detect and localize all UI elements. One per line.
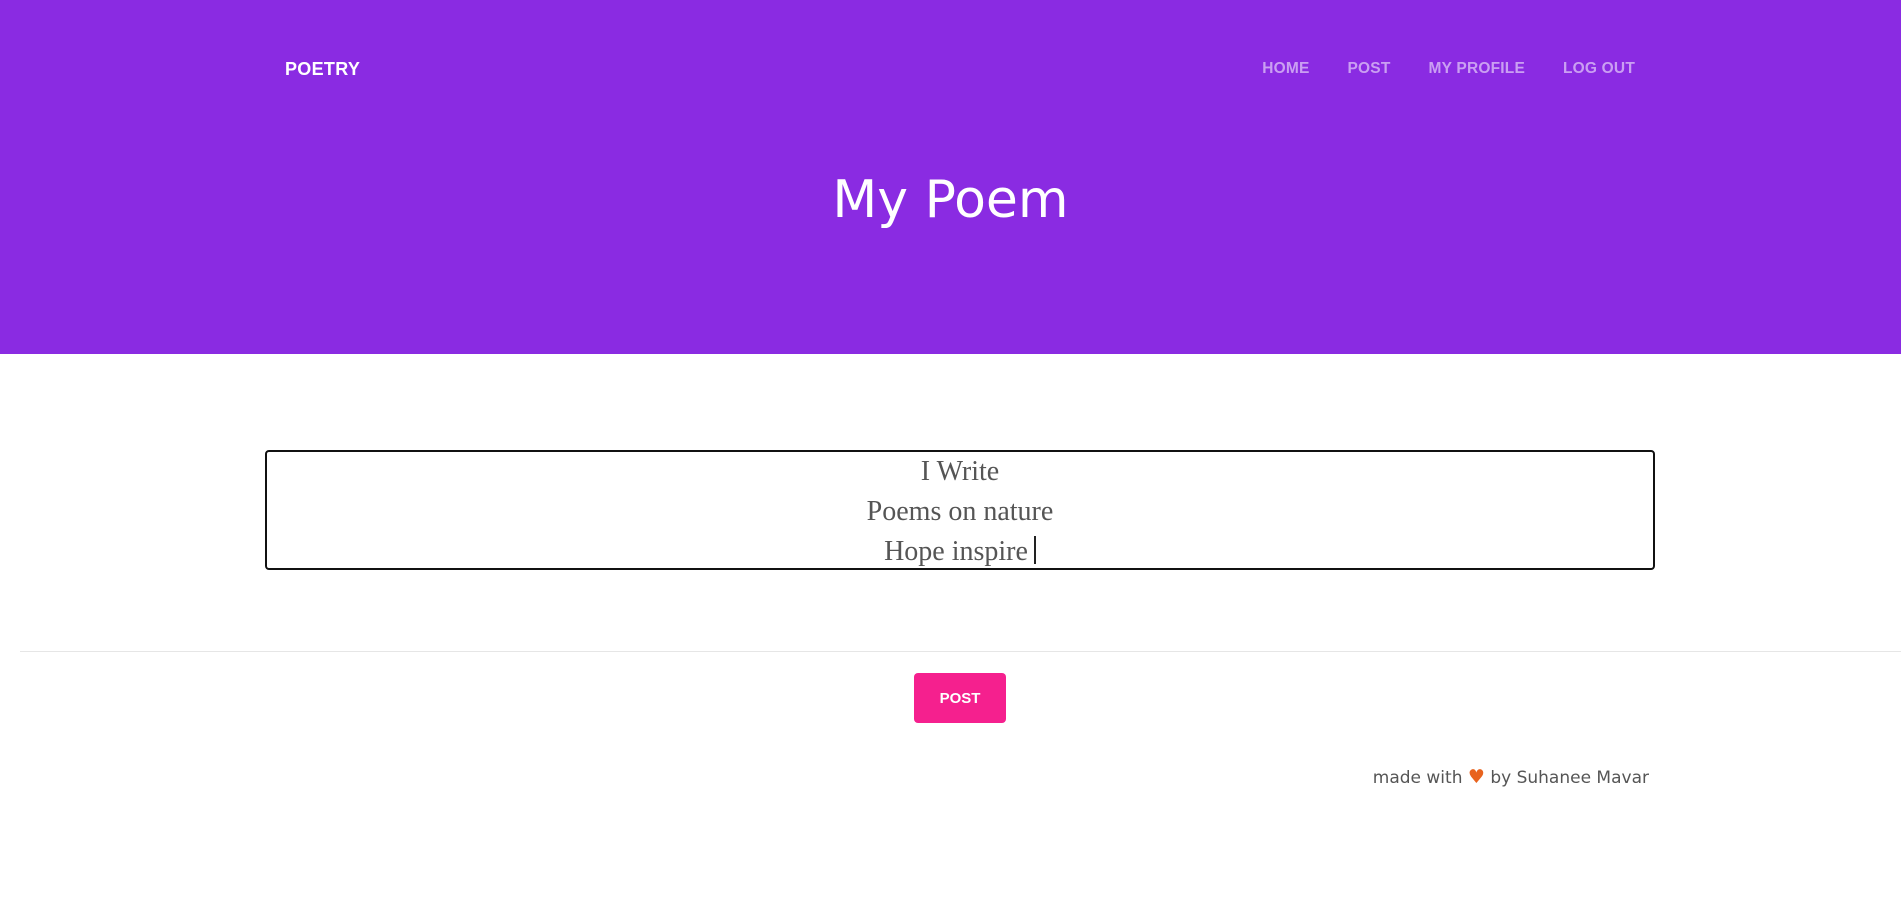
text-caret <box>1033 536 1036 564</box>
poem-textarea[interactable]: I Write Poems on nature Hope inspire <box>265 450 1655 570</box>
poem-line: I Write <box>920 456 1000 487</box>
post-button[interactable]: POST <box>914 673 1006 723</box>
nav-home-link[interactable]: HOME <box>1262 60 1309 78</box>
poem-line-text: Hope inspire <box>884 536 1028 567</box>
nav-post-link[interactable]: POST <box>1348 60 1391 78</box>
brand-logo-link[interactable]: POETRY <box>285 59 360 80</box>
header-banner: POETRY HOME POST MY PROFILE LOG OUT My P… <box>0 0 1901 354</box>
footer-author: by Suhanee Mavar <box>1490 768 1649 788</box>
footer-prefix: made with <box>1372 768 1463 788</box>
divider <box>20 651 1901 652</box>
nav-my-profile-link[interactable]: MY PROFILE <box>1429 60 1525 78</box>
main-nav: HOME POST MY PROFILE LOG OUT <box>1262 60 1635 78</box>
poem-line: Poems on nature <box>866 496 1054 527</box>
page-title: My Poem <box>832 170 1069 230</box>
poem-line-last: Hope inspire <box>267 532 1653 572</box>
heart-icon: ♥ <box>1467 766 1485 788</box>
footer-credit: made with ♥ by Suhanee Mavar <box>1373 766 1649 788</box>
nav-log-out-link[interactable]: LOG OUT <box>1563 60 1635 78</box>
